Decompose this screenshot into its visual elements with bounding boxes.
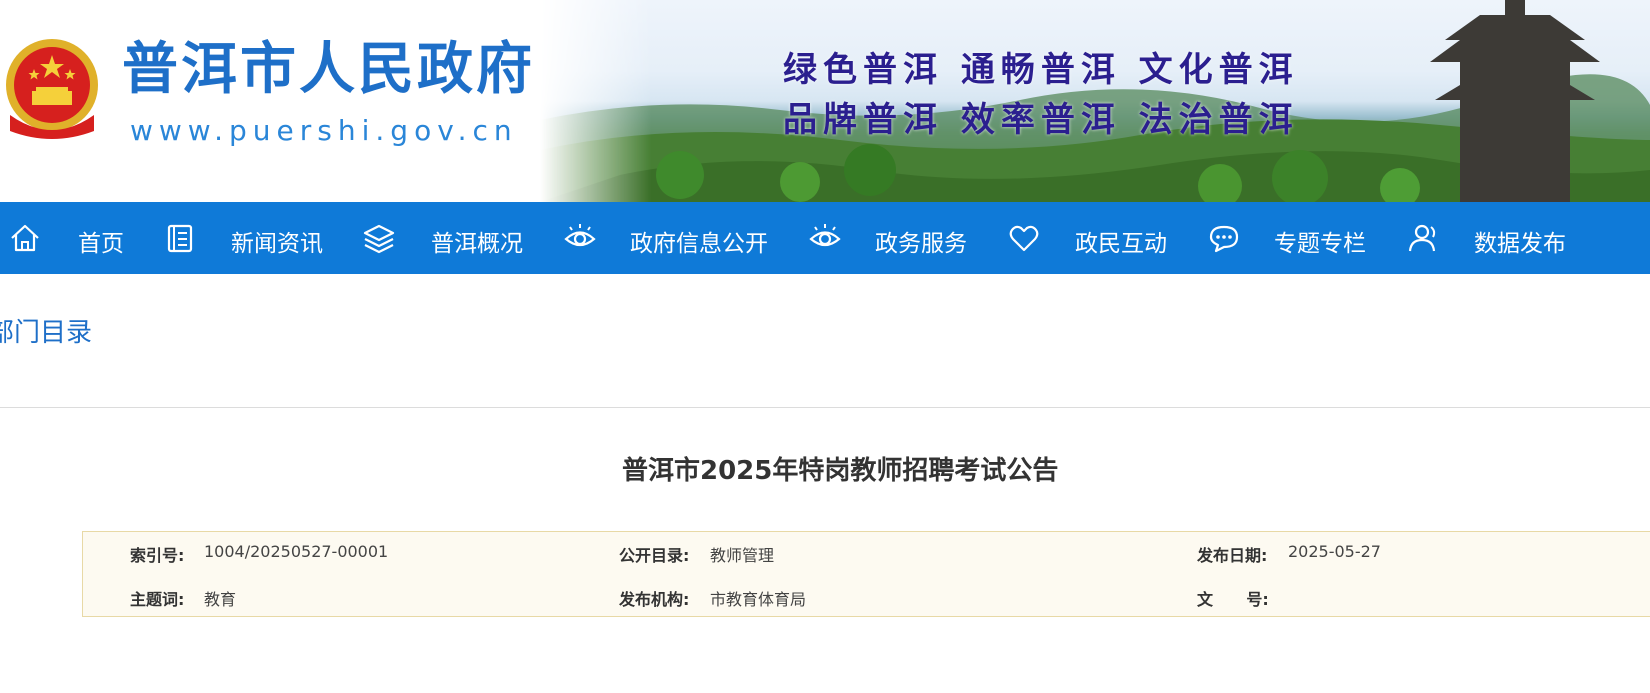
meta-docno-label: 文 号: (1197, 590, 1269, 609)
meta-org-label: 发布机构: (619, 590, 690, 609)
nav-label-news: 新闻资讯 (231, 231, 323, 257)
site-url: www.puershi.gov.cn (130, 114, 518, 147)
meta-index-label: 索引号: (130, 546, 185, 565)
meta-org-value: 市教育体育局 (710, 590, 807, 609)
layers-icon (363, 224, 395, 254)
site-title[interactable]: 普洱市人民政府 (122, 34, 535, 104)
nav-label-interaction: 政民互动 (1075, 231, 1167, 257)
eye-icon (809, 224, 841, 247)
nav-label-gov-info: 政府信息公开 (630, 231, 768, 257)
nav-item-data[interactable]: 数据发布 (1407, 202, 1650, 274)
meta-topic-value: 教育 (204, 590, 237, 609)
national-emblem-logo (6, 39, 98, 139)
meta-topic-label: 主题词: (130, 590, 185, 609)
nav-label-topics: 专题专栏 (1274, 231, 1366, 257)
nav-item-news[interactable]: 新闻资讯 (162, 202, 352, 274)
nav-item-topics[interactable]: 专题专栏 (1207, 202, 1397, 274)
slogan-line-2: 品牌普洱 效率普洱 法治普洱 (783, 100, 1299, 140)
user-icon (1408, 224, 1436, 252)
nav-item-services[interactable]: 政务服务 (808, 202, 998, 274)
meta-date-value: 2025-05-27 (1288, 542, 1381, 561)
section-divider (0, 407, 1650, 408)
nav-label-overview: 普洱概况 (431, 231, 523, 257)
meta-catalog-label: 公开目录: (619, 546, 690, 565)
nav-item-gov-info[interactable]: 政府信息公开 (563, 202, 793, 274)
meta-catalog-value: 教师管理 (710, 546, 775, 565)
nav-label-services: 政务服务 (875, 231, 967, 257)
document-icon (167, 224, 193, 253)
chat-icon (1209, 225, 1239, 253)
breadcrumb-department-catalog[interactable]: 部门目录 (0, 312, 92, 349)
nav-item-overview[interactable]: 普洱概况 (362, 202, 552, 274)
meta-index-value: 1004/20250527-00001 (204, 542, 389, 561)
article-title: 普洱市2025年特岗教师招聘考试公告 (622, 456, 1059, 486)
meta-date-label: 发布日期: (1197, 546, 1268, 565)
eye-icon (564, 224, 596, 247)
nav-item-interaction[interactable]: 政民互动 (1007, 202, 1197, 274)
heart-icon (1009, 225, 1039, 252)
home-icon (11, 224, 39, 252)
nav-label-data: 数据发布 (1474, 231, 1566, 257)
nav-label-home: 首页 (78, 231, 124, 257)
main-navigation: 首页 新闻资讯 普洱概况 政府信息公开 政务服务 政民互动 专题专栏 数据发布 (0, 202, 1650, 274)
slogan-line-1: 绿色普洱 通畅普洱 文化普洱 (783, 50, 1299, 90)
nav-item-home[interactable]: 首页 (8, 202, 138, 274)
site-header-banner: 普洱市人民政府 www.puershi.gov.cn 绿色普洱 通畅普洱 文化普… (0, 0, 1650, 202)
